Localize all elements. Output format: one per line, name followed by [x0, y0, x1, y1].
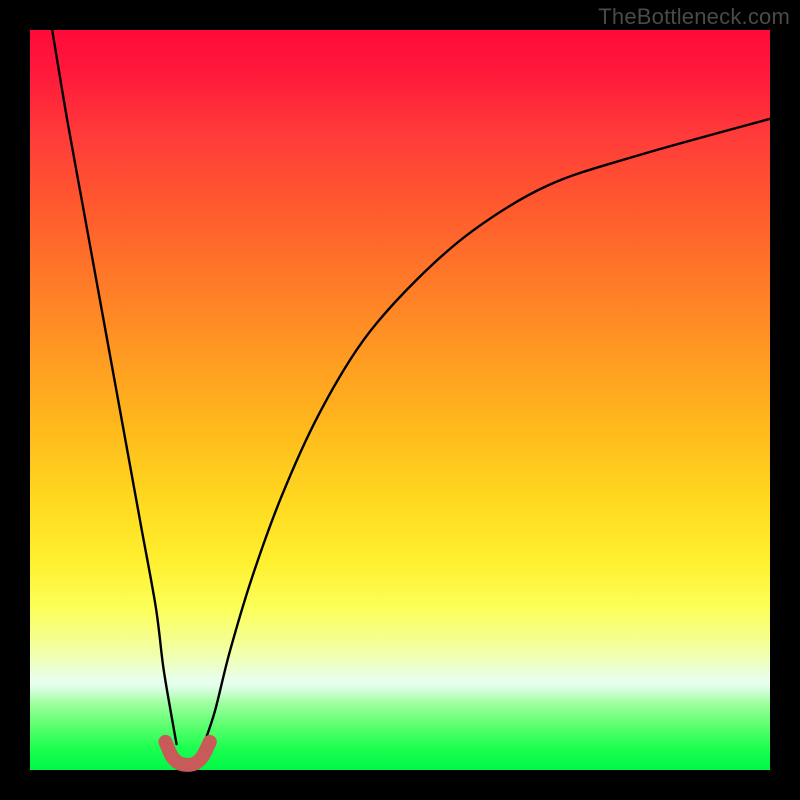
plot-area: [30, 30, 770, 770]
chart-svg: [30, 30, 770, 770]
curve-left-branch: [52, 30, 176, 744]
valley-marker: [165, 742, 209, 765]
watermark-text: TheBottleneck.com: [598, 4, 790, 30]
curve-right-branch: [204, 119, 770, 744]
chart-frame: TheBottleneck.com: [0, 0, 800, 800]
